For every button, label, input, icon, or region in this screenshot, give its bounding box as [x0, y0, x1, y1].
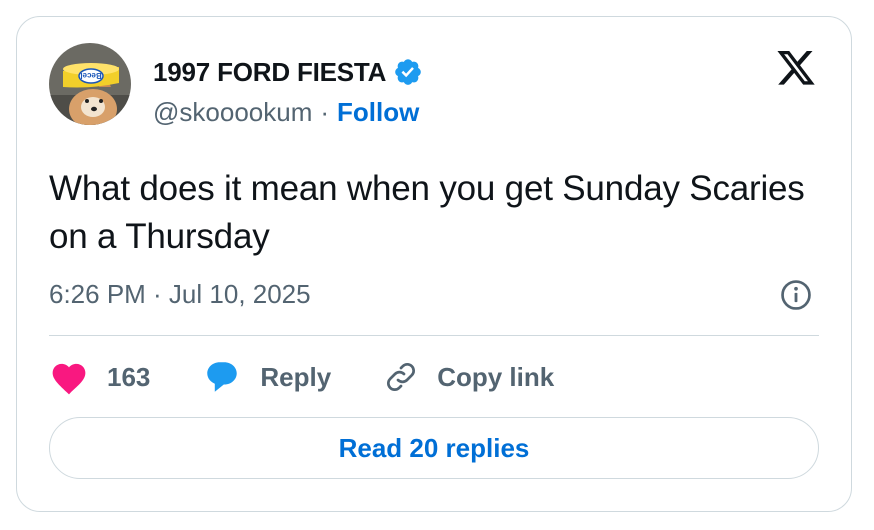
- copy-link-label: Copy link: [437, 361, 555, 392]
- avatar-tub-label: Becel: [80, 71, 101, 80]
- divider: [49, 335, 819, 336]
- link-icon: [387, 363, 416, 391]
- verified-badge-icon: [393, 57, 423, 87]
- tweet-card: Becel 1997 FORD FIESTA @skooookum · Foll…: [16, 16, 852, 512]
- like-count: 163: [107, 361, 151, 392]
- like-button[interactable]: 163: [49, 359, 150, 395]
- tweet-text: What does it mean when you get Sunday Sc…: [49, 169, 805, 256]
- author-display-name[interactable]: 1997 FORD FIESTA: [153, 57, 386, 88]
- avatar[interactable]: Becel: [49, 43, 131, 125]
- handle-separator: ·: [320, 96, 330, 127]
- follow-button[interactable]: Follow: [337, 97, 419, 128]
- tweet-actions: 163 Reply Copy link: [49, 357, 606, 397]
- avatar-image-icon: Becel: [49, 43, 131, 125]
- author-name-row: 1997 FORD FIESTA: [153, 55, 423, 89]
- reply-button[interactable]: Reply: [202, 359, 331, 395]
- reply-label: Reply: [260, 361, 332, 392]
- tweet-timestamp[interactable]: 6:26 PM · Jul 10, 2025: [49, 277, 311, 311]
- author-handle-row: @skooookum · Follow: [153, 95, 419, 129]
- author-handle[interactable]: @skooookum: [153, 97, 312, 128]
- speech-bubble-icon: [207, 362, 238, 392]
- read-replies-button[interactable]: Read 20 replies: [49, 417, 819, 479]
- info-icon[interactable]: [779, 278, 813, 312]
- copy-link-button[interactable]: Copy link: [383, 359, 554, 395]
- heart-icon: [52, 363, 86, 395]
- x-logo-icon[interactable]: [775, 51, 817, 89]
